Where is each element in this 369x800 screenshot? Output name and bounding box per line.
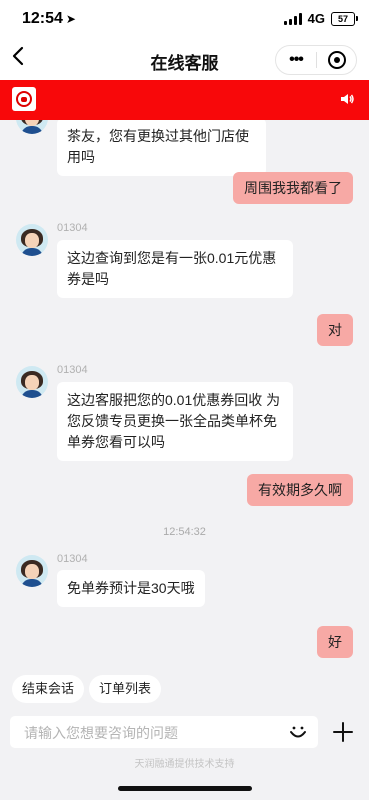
home-indicator: [118, 786, 252, 791]
agent-id: 01304: [57, 364, 88, 376]
emoji-icon: [290, 726, 306, 738]
speaker-button[interactable]: [339, 91, 355, 112]
close-miniapp-button[interactable]: [317, 51, 356, 69]
agent-avatar: [16, 224, 48, 256]
user-message: 周围我我都看了: [233, 172, 353, 204]
agent-avatar: [16, 366, 48, 398]
powered-by-text: 天润融通提供技术支持: [134, 759, 235, 770]
status-bar: 12:54 ➤ 4G 57: [0, 0, 369, 38]
user-message: 对: [317, 314, 353, 346]
signal-icon: [283, 12, 302, 25]
battery-icon: 57: [331, 11, 358, 26]
brand-banner: [0, 80, 369, 120]
chat-timestamp: 12:54:32: [163, 526, 206, 538]
agent-avatar: [16, 120, 48, 134]
miniapp-capsule: •••: [275, 45, 357, 75]
brand-logo: [12, 87, 36, 111]
emoji-button[interactable]: [288, 722, 308, 747]
speaker-icon: [341, 94, 354, 104]
agent-avatar: [16, 555, 48, 587]
agent-id: 01304: [57, 222, 88, 234]
plus-icon: [333, 722, 353, 742]
agent-id: 01304: [57, 553, 88, 565]
end-session-button[interactable]: 结束会话: [12, 675, 85, 703]
order-list-button[interactable]: 订单列表: [89, 675, 162, 703]
more-button[interactable]: •••: [276, 51, 316, 69]
status-time: 12:54 ➤: [22, 10, 76, 27]
agent-message: 这边客服把您的0.01优惠券回收 为您反馈专员更换一张全品类单杯免单券您看可以吗: [57, 382, 293, 461]
user-message: 好: [317, 626, 353, 658]
network-type: 4G: [307, 11, 325, 26]
user-message: 有效期多久啊: [247, 474, 353, 506]
agent-message: 免单券预计是30天哦: [57, 570, 205, 607]
agent-message: 这边查询到您是有一张0.01元优惠券是吗: [57, 240, 293, 298]
location-arrow-icon: ➤: [65, 12, 76, 26]
message-input[interactable]: [22, 716, 276, 750]
message-input-bar: [10, 716, 318, 750]
nav-bar: 在线客服 •••: [0, 38, 369, 80]
chat-area[interactable]: 茶友，您有更换过其他门店使用吗 周围我我都看了 01304 这边查询到您是有一张…: [0, 120, 369, 668]
target-icon: [327, 51, 346, 69]
agent-message: 茶友，您有更换过其他门店使用吗: [57, 120, 266, 176]
battery-level: 57: [337, 13, 348, 24]
add-button[interactable]: [327, 716, 359, 748]
